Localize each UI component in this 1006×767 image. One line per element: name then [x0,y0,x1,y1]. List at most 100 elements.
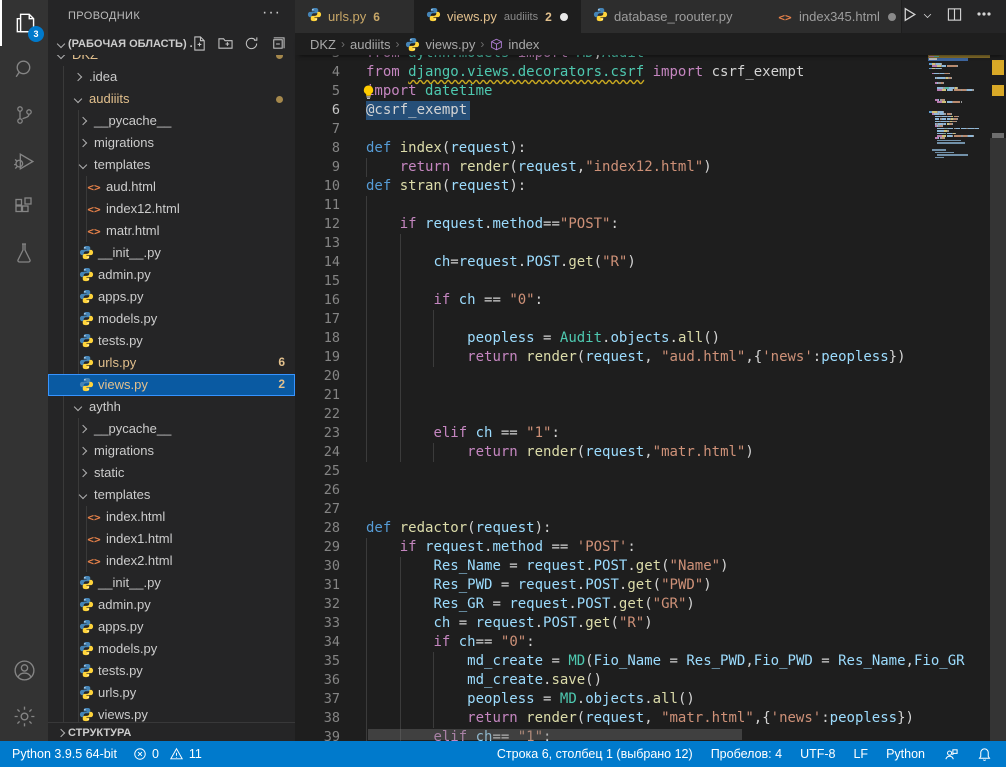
settings-gear-icon[interactable] [0,693,48,739]
run-dropdown-chevron-icon[interactable] [922,8,933,26]
dirty-dot-icon[interactable] [560,13,568,21]
tree-folder-__pycache__[interactable]: __pycache__ [48,110,295,132]
breadcrumb-item[interactable]: index [508,37,539,52]
vertical-scrollbar-slider[interactable] [990,138,1006,743]
tree-file-__init__.py[interactable]: __init__.py [48,242,295,264]
code-line-29[interactable]: 29 if request.method == 'POST': [295,538,1006,557]
notifications-bell-icon[interactable] [977,747,992,762]
tree-file-aud.html[interactable]: <>aud.html [48,176,295,198]
code-line-15[interactable]: 15 [295,272,1006,291]
dirty-dot-icon[interactable] [888,13,896,21]
refresh-icon[interactable] [244,36,259,56]
tree-file-__init__.py[interactable]: __init__.py [48,572,295,594]
extensions-icon[interactable] [0,184,48,230]
explorer-icon[interactable]: 3 [0,0,50,46]
tree-file-index.html[interactable]: <>index.html [48,506,295,528]
tree-file-models.py[interactable]: models.py [48,638,295,660]
tree-folder-aythh[interactable]: aythh [48,396,295,418]
code-line-26[interactable]: 26 [295,481,1006,500]
code-line-19[interactable]: 19 return render(request, "aud.html",{'n… [295,348,1006,367]
code-line-27[interactable]: 27 [295,500,1006,519]
code-line-8[interactable]: 8def index(request): [295,139,1006,158]
account-icon[interactable] [0,647,48,693]
problems-indicator[interactable]: 0 11 [133,747,202,761]
code-line-21[interactable]: 21 [295,386,1006,405]
tree-file-tests.py[interactable]: tests.py [48,660,295,682]
tree-folder-migrations[interactable]: migrations [48,440,295,462]
encoding[interactable]: UTF-8 [800,747,835,761]
run-and-debug-icon[interactable] [0,138,48,184]
code-line-12[interactable]: 12 if request.method=="POST": [295,215,1006,234]
tree-file-tests.py[interactable]: tests.py [48,330,295,352]
workspace-section-header[interactable]: (РАБОЧАЯ ОБЛАСТЬ) ... [48,33,295,55]
tab-urls.py[interactable]: urls.py6 [295,0,415,33]
code-line-24[interactable]: 24 return render(request,"matr.html") [295,443,1006,462]
search-icon[interactable] [0,46,48,92]
language-mode[interactable]: Python [886,747,925,761]
code-line-16[interactable]: 16 if ch == "0": [295,291,1006,310]
horizontal-scrollbar[interactable] [368,729,742,740]
tree-file-admin.py[interactable]: admin.py [48,594,295,616]
views-more-actions-icon[interactable]: ··· [262,4,281,22]
tree-folder-audiiits[interactable]: audiiits [48,88,295,110]
tree-file-apps.py[interactable]: apps.py [48,616,295,638]
tree-file-matr.html[interactable]: <>matr.html [48,220,295,242]
tree-file-urls.py[interactable]: urls.py6 [48,352,295,374]
new-file-icon[interactable] [192,36,207,56]
code-line-32[interactable]: 32 Res_GR = request.POST.get("GR") [295,595,1006,614]
source-control-icon[interactable] [0,92,48,138]
tree-folder-static[interactable]: static [48,462,295,484]
code-line-17[interactable]: 17 [295,310,1006,329]
code-line-37[interactable]: 37 peopless = MD.objects.all() [295,690,1006,709]
code-line-5[interactable]: 5import datetime [295,82,1006,101]
run-python-file-icon[interactable] [901,6,918,28]
breadcrumb-item[interactable]: views.py [425,37,475,52]
code-line-6[interactable]: 6@csrf_exempt [295,101,1006,120]
tree-file-apps.py[interactable]: apps.py [48,286,295,308]
code-line-14[interactable]: 14 ch=request.POST.get("R") [295,253,1006,272]
code-line-11[interactable]: 11 [295,196,1006,215]
minimap[interactable] [928,0,990,741]
code-line-10[interactable]: 10def stran(request): [295,177,1006,196]
code-line-33[interactable]: 33 ch = request.POST.get("R") [295,614,1006,633]
code-line-23[interactable]: 23 elif ch == "1": [295,424,1006,443]
tree-file-index1.html[interactable]: <>index1.html [48,528,295,550]
lightbulb-icon[interactable] [361,84,376,100]
collapse-all-icon[interactable] [270,36,285,56]
testing-icon[interactable] [0,230,48,276]
code-line-13[interactable]: 13 [295,234,1006,253]
code-line-25[interactable]: 25 [295,462,1006,481]
code-line-18[interactable]: 18 peopless = Audit.objects.all() [295,329,1006,348]
overview-ruler-scrollbar[interactable] [990,0,1006,741]
code-line-20[interactable]: 20 [295,367,1006,386]
eol-sequence[interactable]: LF [853,747,868,761]
tab-database_roouter.py[interactable]: database_roouter.py [581,0,767,33]
code-line-35[interactable]: 35 md_create = MD(Fio_Name = Res_PWD,Fio… [295,652,1006,671]
editor-more-actions-icon[interactable] [976,6,992,27]
feedback-icon[interactable] [943,747,959,762]
code-line-36[interactable]: 36 md_create.save() [295,671,1006,690]
tree-folder-templates[interactable]: templates [48,484,295,506]
tree-folder-migrations[interactable]: migrations [48,132,295,154]
tree-file-admin.py[interactable]: admin.py [48,264,295,286]
tree-file-index12.html[interactable]: <>index12.html [48,198,295,220]
tree-folder-templates[interactable]: templates [48,154,295,176]
new-folder-icon[interactable] [218,36,233,56]
outline-section-header[interactable]: СТРУКТУРА [48,722,295,741]
tab-index345.html[interactable]: <>index345.html [766,0,902,33]
code-line-7[interactable]: 7 [295,120,1006,139]
tree-file-index2.html[interactable]: <>index2.html [48,550,295,572]
indentation[interactable]: Пробелов: 4 [711,747,782,761]
code-line-9[interactable]: 9 return render(request,"index12.html") [295,158,1006,177]
cursor-position[interactable]: Строка 6, столбец 1 (выбрано 12) [497,747,693,761]
tab-views.py[interactable]: views.pyaudiiits2 [414,0,582,33]
code-line-31[interactable]: 31 Res_PWD = request.POST.get("PWD") [295,576,1006,595]
tree-folder-__pycache__[interactable]: __pycache__ [48,418,295,440]
tree-file-urls.py[interactable]: urls.py [48,682,295,704]
code-line-28[interactable]: 28def redactor(request): [295,519,1006,538]
code-line-34[interactable]: 34 if ch== "0": [295,633,1006,652]
split-editor-icon[interactable] [947,7,962,27]
python-interpreter[interactable]: Python 3.9.5 64-bit [12,747,117,761]
tree-file-views.py[interactable]: views.py2 [48,374,295,396]
breadcrumb-item[interactable]: audiiits [350,37,390,52]
